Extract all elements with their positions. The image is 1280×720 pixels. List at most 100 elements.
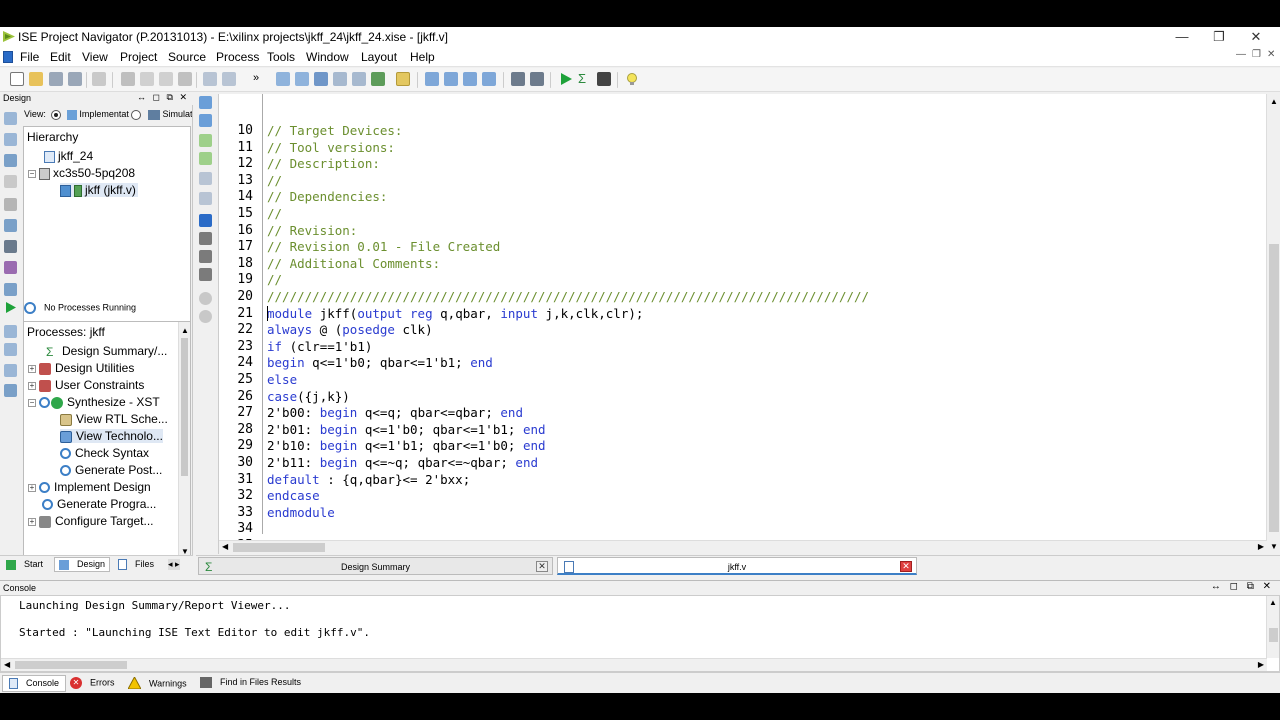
tree-item-jkff[interactable]: jkff (jkff.v) xyxy=(60,183,138,197)
process-tool-4-icon[interactable] xyxy=(4,364,17,377)
process-generate-post[interactable]: Generate Post... xyxy=(60,463,162,477)
code-line[interactable]: default : {q,qbar}<= 2'bxx; xyxy=(267,472,470,487)
scroll-right-icon[interactable]: ▶ xyxy=(1258,660,1264,669)
toolbar-overflow-icon[interactable]: » xyxy=(253,72,267,86)
lightbulb-icon[interactable] xyxy=(625,72,639,86)
zoom-out-icon[interactable] xyxy=(295,72,309,86)
uncomment-icon[interactable] xyxy=(199,152,212,165)
comment-icon[interactable] xyxy=(199,134,212,147)
copy-icon[interactable] xyxy=(140,72,154,86)
code-line[interactable]: endmodule xyxy=(267,505,335,520)
layout-tile-horizontal-icon[interactable] xyxy=(444,72,458,86)
bookmark-next-icon[interactable] xyxy=(199,192,212,205)
menu-tools[interactable]: Tools xyxy=(267,50,295,64)
process-generate-programming[interactable]: Generate Progra... xyxy=(42,497,156,511)
minimize-button[interactable]: — xyxy=(1162,27,1202,47)
code-line[interactable]: 2'b00: begin q<=q; qbar<=qbar; end xyxy=(267,405,523,420)
editor-horizontal-scrollbar[interactable]: ◀ ▶ xyxy=(219,540,1267,554)
console-output[interactable]: Launching Design Summary/Report Viewer..… xyxy=(0,595,1280,672)
open-folder-icon[interactable] xyxy=(29,72,43,86)
tab-find-in-files[interactable]: Find in Files Results xyxy=(200,677,301,689)
doc-minimize-button[interactable]: — xyxy=(1236,49,1246,60)
tab-errors[interactable]: ✕ Errors xyxy=(70,677,115,689)
menu-window[interactable]: Window xyxy=(306,50,349,64)
process-implement-design[interactable]: + Implement Design xyxy=(28,480,151,494)
bookmark-icon[interactable] xyxy=(199,172,212,185)
process-synthesize[interactable]: − Synthesize - XST xyxy=(28,395,160,409)
expand-icon[interactable]: + xyxy=(28,483,36,492)
zoom-in-icon[interactable] xyxy=(276,72,290,86)
design-tool-4-icon[interactable] xyxy=(4,175,17,188)
code-line[interactable]: 2'b11: begin q<=~q; qbar<=~qbar; end xyxy=(267,455,538,470)
zoom-select-icon[interactable] xyxy=(352,72,366,86)
undo-icon[interactable] xyxy=(203,72,217,86)
process-design-utilities[interactable]: + Design Utilities xyxy=(28,361,134,375)
code-line[interactable]: // Revision 0.01 - File Created xyxy=(267,239,500,254)
help-pointer-icon[interactable] xyxy=(530,72,544,86)
redo-icon[interactable] xyxy=(222,72,236,86)
code-line[interactable]: // Target Devices: xyxy=(267,123,402,138)
save-all-icon[interactable] xyxy=(68,72,82,86)
console-vertical-scrollbar[interactable]: ▲ xyxy=(1266,596,1279,658)
close-window-button[interactable]: ✕ xyxy=(1236,27,1276,47)
menu-file[interactable]: File xyxy=(20,50,39,64)
close-tab-icon[interactable]: ✕ xyxy=(536,561,548,572)
scroll-right-icon[interactable]: ▶ xyxy=(1258,542,1264,551)
zoom-full-icon[interactable] xyxy=(314,72,328,86)
code-line[interactable]: // Additional Comments: xyxy=(267,256,440,271)
tab-design-summary[interactable]: Σ Design Summary ✕ xyxy=(198,557,553,575)
menu-source[interactable]: Source xyxy=(168,50,206,64)
scroll-left-icon[interactable]: ◀ xyxy=(222,542,228,551)
code-line[interactable]: 2'b10: begin q<=1'b1; qbar<=1'b0; end xyxy=(267,438,546,453)
process-design-summary[interactable]: Σ Design Summary/... xyxy=(46,344,167,358)
code-line[interactable]: // xyxy=(267,206,282,221)
expand-icon[interactable]: + xyxy=(28,364,36,373)
code-line[interactable]: // Dependencies: xyxy=(267,189,387,204)
design-tool-3-icon[interactable] xyxy=(4,154,17,167)
tab-design[interactable]: Design xyxy=(54,557,111,572)
design-tool-7-icon[interactable] xyxy=(4,240,17,253)
refresh-view-icon[interactable] xyxy=(371,72,385,86)
collapse-icon[interactable]: − xyxy=(28,169,36,178)
run-icon[interactable] xyxy=(559,72,573,86)
menu-edit[interactable]: Edit xyxy=(50,50,71,64)
new-file-icon[interactable] xyxy=(10,72,24,86)
doc-restore-button[interactable]: ❐ xyxy=(1252,49,1261,60)
design-tool-5-icon[interactable] xyxy=(4,198,17,211)
replace-icon[interactable] xyxy=(199,268,212,281)
design-tool-2-icon[interactable] xyxy=(4,133,17,146)
print-icon[interactable] xyxy=(92,72,106,86)
scrollbar-thumb[interactable] xyxy=(15,661,127,669)
process-tool-2-icon[interactable] xyxy=(4,325,17,338)
layout-window-icon[interactable] xyxy=(482,72,496,86)
process-view-rtl[interactable]: View RTL Sche... xyxy=(60,412,168,426)
layout-cascade-icon[interactable] xyxy=(425,72,439,86)
tab-scroll-arrows[interactable]: ◂ ▸ xyxy=(168,559,180,570)
editor-vertical-scrollbar[interactable]: ▲ ▼ xyxy=(1266,94,1280,554)
process-view-technology[interactable]: View Technolo... xyxy=(60,429,163,443)
menu-layout[interactable]: Layout xyxy=(361,50,397,64)
highlight-tool-icon[interactable] xyxy=(396,72,410,86)
tree-item-project[interactable]: jkff_24 xyxy=(44,149,93,163)
process-tool-5-icon[interactable] xyxy=(4,384,17,397)
tab-warnings[interactable]: Warnings xyxy=(127,675,187,691)
process-user-constraints[interactable]: + User Constraints xyxy=(28,378,144,392)
implement-icon[interactable] xyxy=(597,72,611,86)
implementation-radio[interactable] xyxy=(51,109,62,120)
scrollbar-thumb[interactable] xyxy=(233,543,325,552)
save-icon[interactable] xyxy=(49,72,63,86)
expand-icon[interactable]: + xyxy=(28,381,36,390)
code-line[interactable]: 2'b01: begin q<=1'b0; qbar<=1'b1; end xyxy=(267,422,546,437)
code-line[interactable]: module jkff(output reg q,qbar, input j,k… xyxy=(267,306,643,321)
process-configure-target[interactable]: + Configure Target... xyxy=(28,514,154,528)
wrench-icon[interactable] xyxy=(511,72,525,86)
process-scrollbar[interactable]: ▲ ▼ xyxy=(178,322,190,560)
tab-start[interactable]: Start xyxy=(6,559,43,570)
scroll-up-icon[interactable]: ▲ xyxy=(1270,97,1278,106)
code-line[interactable]: // xyxy=(267,173,282,188)
simulation-radio[interactable] xyxy=(131,109,142,120)
code-line[interactable]: always @ (posedge clk) xyxy=(267,322,433,337)
run-process-icon[interactable] xyxy=(4,301,17,314)
menu-project[interactable]: Project xyxy=(120,50,157,64)
language-templates-icon[interactable] xyxy=(199,214,212,227)
